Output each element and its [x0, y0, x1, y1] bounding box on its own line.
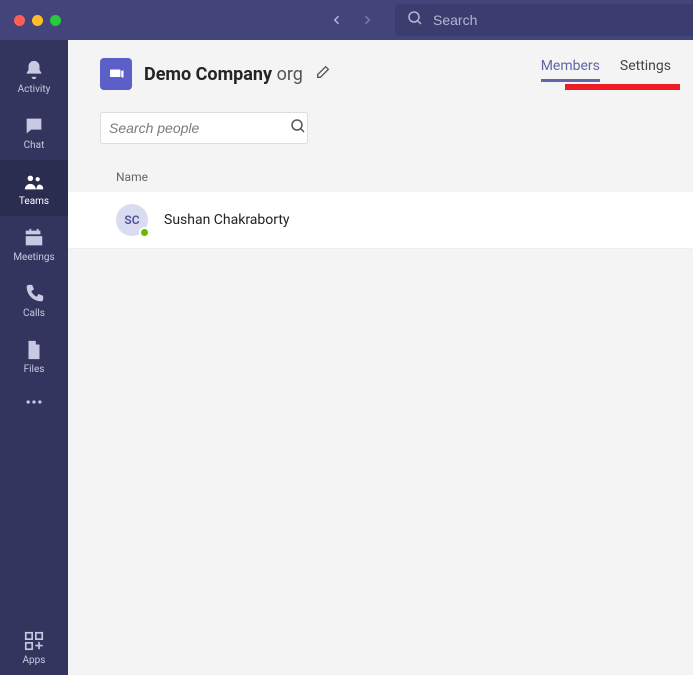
rail-label: Calls: [23, 308, 45, 319]
rail-apps[interactable]: Apps: [0, 619, 68, 675]
zoom-dot[interactable]: [50, 15, 61, 26]
chat-icon: [22, 114, 46, 138]
tab-members[interactable]: Members: [541, 58, 600, 80]
close-dot[interactable]: [14, 15, 25, 26]
bell-icon: [22, 58, 46, 82]
highlight-marker: [565, 84, 680, 90]
teams-icon: [22, 170, 46, 194]
rail-activity[interactable]: Activity: [0, 48, 68, 104]
rail-label: Chat: [24, 140, 45, 151]
calendar-icon: [22, 226, 46, 250]
search-icon: [290, 118, 306, 138]
member-name: Sushan Chakraborty: [164, 212, 290, 228]
rail-calls[interactable]: Calls: [0, 272, 68, 328]
global-search[interactable]: [395, 4, 693, 36]
org-name-bold: Demo Company: [144, 64, 272, 85]
page-header: Demo Company org Members Settings: [68, 40, 693, 90]
rail-label: Meetings: [13, 252, 54, 263]
org-name-light: org: [277, 64, 303, 85]
ellipsis-icon: [24, 392, 44, 416]
file-icon: [22, 338, 46, 362]
rail-label: Teams: [19, 196, 49, 207]
presence-available-icon: [139, 227, 150, 238]
org-avatar: [100, 58, 132, 90]
rail-more[interactable]: [0, 384, 68, 424]
rail-label: Activity: [18, 84, 51, 95]
member-row[interactable]: SC Sushan Chakraborty: [68, 192, 693, 249]
rail-teams[interactable]: Teams: [0, 160, 68, 216]
page-tabs: Members Settings: [541, 58, 671, 80]
avatar: SC: [116, 204, 148, 236]
search-icon: [407, 10, 423, 30]
column-header-name: Name: [68, 162, 693, 192]
org-name: Demo Company org: [144, 64, 303, 85]
search-people-input[interactable]: [109, 120, 290, 136]
app-rail: Activity Chat Teams Meetings Calls: [0, 40, 68, 675]
tab-settings[interactable]: Settings: [620, 58, 671, 80]
global-search-input[interactable]: [433, 12, 681, 28]
search-people[interactable]: [100, 112, 308, 144]
avatar-initials: SC: [124, 213, 139, 227]
rail-label: Files: [24, 364, 45, 375]
nav-back-icon[interactable]: [331, 11, 343, 30]
members-list: SC Sushan Chakraborty: [68, 192, 693, 249]
minimize-dot[interactable]: [32, 15, 43, 26]
rail-label: Apps: [23, 655, 46, 666]
rail-chat[interactable]: Chat: [0, 104, 68, 160]
edit-icon[interactable]: [315, 64, 331, 84]
window-controls[interactable]: [0, 15, 61, 26]
phone-icon: [22, 282, 46, 306]
rail-files[interactable]: Files: [0, 328, 68, 384]
apps-icon: [22, 629, 46, 653]
rail-meetings[interactable]: Meetings: [0, 216, 68, 272]
nav-forward-icon[interactable]: [361, 11, 373, 30]
